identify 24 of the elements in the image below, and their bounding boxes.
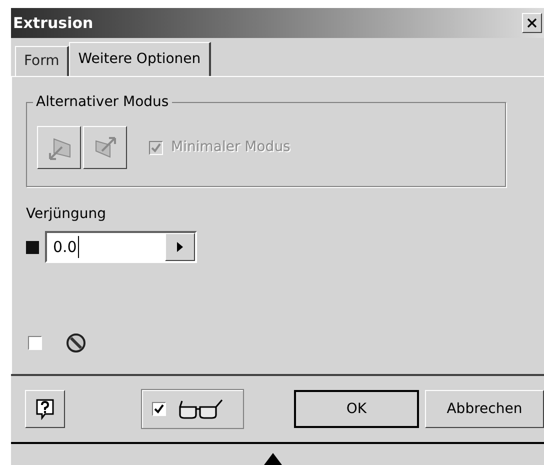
tab[interactable]: Form: [15, 46, 70, 76]
mode-button[interactable]: [83, 126, 127, 169]
number-field[interactable]: 0.0: [45, 231, 197, 263]
no-entry-icon: [66, 333, 86, 353]
checkbox-label: Minimaler Modus: [171, 138, 290, 157]
close-button[interactable]: [522, 13, 542, 33]
checkbox[interactable]: [28, 336, 42, 350]
field-value: 0.0: [53, 236, 79, 258]
play-icon: [177, 242, 183, 252]
triangle-icon: [264, 453, 282, 465]
dialog-button[interactable]: Abbrechen: [424, 390, 544, 428]
square-icon: [26, 240, 39, 254]
close-icon: [527, 18, 537, 28]
window-title: Extrusion: [13, 12, 94, 34]
help-button[interactable]: [25, 390, 65, 428]
help-icon: [34, 398, 55, 420]
field-label: Verjüngung: [26, 205, 108, 224]
mode-button[interactable]: [37, 126, 81, 169]
checkbox[interactable]: [152, 402, 166, 416]
tab[interactable]: Weitere Optionen: [69, 42, 211, 76]
dialog-button[interactable]: OK: [294, 390, 419, 428]
glasses-icon: [178, 399, 224, 419]
preview-toggle[interactable]: [140, 389, 244, 429]
arrow-button[interactable]: [165, 233, 195, 261]
